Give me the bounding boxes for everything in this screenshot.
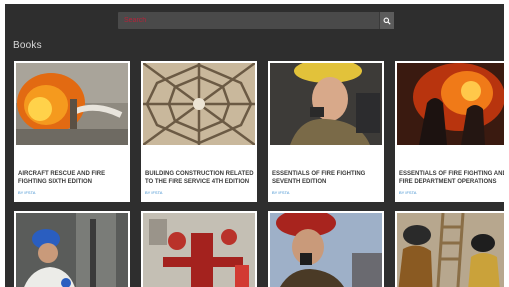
book-card[interactable]: Aircraft Rescue and Fire Fighting Sixth …: [14, 61, 130, 202]
book-title: Aircraft Rescue and Fire Fighting Sixth …: [18, 171, 106, 185]
book-cover: [16, 63, 128, 145]
book-cover: [143, 63, 255, 145]
book-card[interactable]: Essentials of Fire Fighting Seventh Edit…: [268, 61, 384, 202]
book-card[interactable]: [395, 211, 504, 287]
book-author: by IFSTA: [272, 190, 290, 195]
book-title: Essentials of Fire Fighting and Fire Dep…: [399, 171, 504, 185]
book-card[interactable]: [141, 211, 257, 287]
search-input[interactable]: [118, 12, 380, 29]
book-cover: [270, 213, 382, 287]
book-card[interactable]: [268, 211, 384, 287]
book-author: by IFSTA: [399, 190, 417, 195]
book-card[interactable]: Building Construction Related to the Fir…: [141, 61, 257, 202]
book-cover: [270, 63, 382, 145]
section-title: Books: [13, 40, 42, 51]
book-cover: [143, 213, 255, 287]
search-icon: [383, 17, 391, 25]
book-card[interactable]: Essentials of Fire Fighting and Fire Dep…: [395, 61, 504, 202]
book-cover: [16, 213, 128, 287]
book-card[interactable]: [14, 211, 130, 287]
book-author: by IFSTA: [145, 190, 163, 195]
book-cover: [397, 213, 504, 287]
search-button[interactable]: [379, 12, 394, 29]
search-bar: [118, 12, 394, 29]
app-screen: Books Aircraft Rescue and Fire Fighting …: [5, 4, 504, 287]
book-cover: [397, 63, 504, 145]
book-title: Essentials of Fire Fighting Seventh Edit…: [272, 171, 366, 185]
book-title: Building Construction Related to the Fir…: [145, 171, 254, 185]
book-author: by IFSTA: [18, 190, 36, 195]
